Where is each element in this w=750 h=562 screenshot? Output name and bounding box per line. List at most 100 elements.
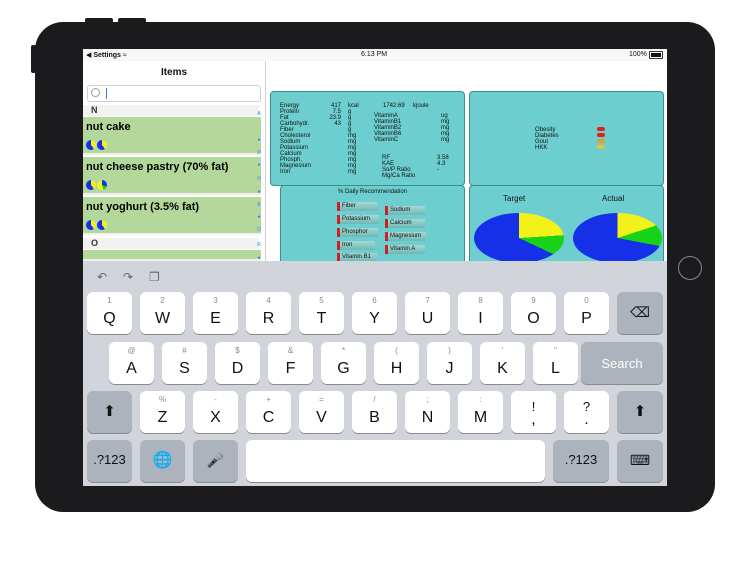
key-b[interactable]: / B <box>352 391 397 433</box>
list-item-label: nut cake <box>86 121 131 133</box>
status-bar: ◀ Settings ≈ 6:13 PM 100% <box>83 49 667 61</box>
key-s[interactable]: # S <box>162 342 207 384</box>
index-letter[interactable]: O <box>255 227 263 233</box>
target-pie-chart <box>474 213 564 263</box>
shift-key-right[interactable]: ⬆ <box>617 391 663 433</box>
key-period[interactable]: ?. <box>564 391 609 433</box>
risk-indicator <box>597 145 605 149</box>
dismiss-keyboard-key[interactable]: ⌨ <box>617 440 663 482</box>
backspace-icon: ⌫ <box>630 304 650 320</box>
daily-title: % Daily Recommendation <box>337 189 408 195</box>
key-r[interactable]: 4R <box>246 292 291 334</box>
list-item[interactable]: nut cheese pastry (70% fat) <box>83 157 261 195</box>
key-k[interactable]: ' K <box>480 342 525 384</box>
back-to-settings[interactable]: ◀ Settings ≈ <box>86 51 127 59</box>
daily-bar: Vitamin A <box>385 245 425 254</box>
battery-text: 100% <box>629 51 647 58</box>
risk-indicator <box>597 139 605 143</box>
key-f[interactable]: & F <box>268 342 313 384</box>
vitamin-names: VitaminA VitaminB1 VitaminB2 VitaminB6 Vitam… <box>374 113 402 143</box>
key-t[interactable]: 5T <box>299 292 344 334</box>
pie-icon <box>97 180 107 190</box>
nutrient-units: kcal g g g g mg mg mg mg mg mg mg <box>348 103 359 175</box>
key-x[interactable]: -X <box>193 391 238 433</box>
battery-icon <box>649 51 663 59</box>
numbers-key-left[interactable]: .?123 <box>87 440 132 482</box>
items-panel: Items N nut cake nut cheese pastry (70% … <box>83 61 266 261</box>
index-letter[interactable]: H <box>255 176 263 182</box>
key-o[interactable]: 9O <box>511 292 556 334</box>
key-d[interactable]: $ D <box>215 342 260 384</box>
actual-pie-chart <box>573 213 662 263</box>
key-z[interactable]: % Z <box>140 391 185 433</box>
key-p[interactable]: 0P <box>564 292 609 334</box>
microphone-icon: 🎤 <box>206 452 225 468</box>
key-j[interactable]: ) J <box>427 342 472 384</box>
key-c[interactable]: + C <box>246 391 291 433</box>
list-item[interactable]: nut yoghurt (3.5% fat) <box>83 197 261 235</box>
daily-recommendation-panel: % Daily Recommendation Fiber Potassium P… <box>280 185 465 267</box>
shift-key-left[interactable]: ⬆ <box>87 391 132 433</box>
delete-key[interactable]: ⌫ <box>617 292 663 334</box>
key-m[interactable]: :M <box>458 391 503 433</box>
key-l[interactable]: " L <box>533 342 578 384</box>
numbers-key-right[interactable]: .?123 <box>553 440 609 482</box>
index-dot: ● <box>257 214 261 220</box>
dictation-key[interactable]: 🎤 <box>193 440 238 482</box>
status-time: 6:13 PM <box>361 51 388 58</box>
pie-icon <box>86 180 96 190</box>
detail-pane: Energy Protein Fat Carbohydr. Fiber Cholester… <box>266 61 667 267</box>
globe-key[interactable]: 🌐 <box>140 440 185 482</box>
key-g[interactable]: * G <box>321 342 366 384</box>
keyboard-hide-icon: ⌨ <box>629 452 651 468</box>
pie-icon <box>97 140 107 150</box>
key-comma[interactable]: !, <box>511 391 556 433</box>
search-key[interactable]: Search <box>581 342 663 384</box>
paste-icon[interactable]: ❐ <box>149 270 160 284</box>
list-item[interactable] <box>83 250 261 261</box>
home-button[interactable] <box>678 256 702 280</box>
key-i[interactable]: 8I <box>458 292 503 334</box>
daily-bar: Iron <box>337 241 375 250</box>
kjoule-value: 1742.69 <box>383 103 405 109</box>
vitamin-units: ug mg mg mg mg <box>441 113 450 143</box>
condition-indicators <box>597 127 605 151</box>
pie-icon <box>97 220 107 230</box>
globe-icon: 🌐 <box>152 452 173 469</box>
key-a[interactable]: @ A <box>109 342 154 384</box>
list-item-label: nut yoghurt (3.5% fat) <box>86 201 200 213</box>
key-n[interactable]: ; N <box>405 391 450 433</box>
daily-bar: Sodium <box>385 206 425 215</box>
side-button <box>31 45 36 73</box>
target-label: Target <box>503 194 526 203</box>
key-h[interactable]: (H <box>374 342 419 384</box>
daily-bar: Magnesium <box>385 232 426 241</box>
text-cursor <box>106 88 107 99</box>
key-w[interactable]: 2W <box>140 292 185 334</box>
key-v[interactable]: = V <box>299 391 344 433</box>
section-header: N <box>83 105 259 116</box>
volume-button <box>118 18 146 23</box>
key-u[interactable]: 7U <box>405 292 450 334</box>
undo-icon[interactable]: ↶ <box>97 270 107 284</box>
index-letter[interactable]: A <box>255 111 263 117</box>
pie-icon <box>86 220 96 230</box>
space-bar[interactable] <box>246 440 545 482</box>
list-item[interactable]: nut cake <box>83 117 261 155</box>
key-y[interactable]: 6Y <box>352 292 397 334</box>
condition-list: Obesity Diabetes Gout HKK <box>535 127 559 151</box>
key-q[interactable]: 1Q <box>87 292 132 334</box>
key-e[interactable]: 3E <box>193 292 238 334</box>
volume-button <box>85 18 113 23</box>
index-letter[interactable]: R <box>255 242 263 248</box>
index-letter[interactable]: K <box>255 202 263 208</box>
redo-icon[interactable]: ↷ <box>123 270 133 284</box>
on-screen-keyboard: ↶ ↷ ❐ 1Q 2W 3E 4R 5T 6Y 7U 8I 9O 0P ⌫ @ A… <box>83 261 667 486</box>
index-letter[interactable]: D <box>255 150 263 156</box>
pie-icon <box>86 140 96 150</box>
search-input[interactable] <box>87 85 261 102</box>
pie-chart-panel: Target Actual <box>469 185 664 267</box>
risk-indicator <box>597 133 605 137</box>
index-dot: ● <box>257 162 261 168</box>
kjoule-unit: kjoule <box>413 103 429 109</box>
